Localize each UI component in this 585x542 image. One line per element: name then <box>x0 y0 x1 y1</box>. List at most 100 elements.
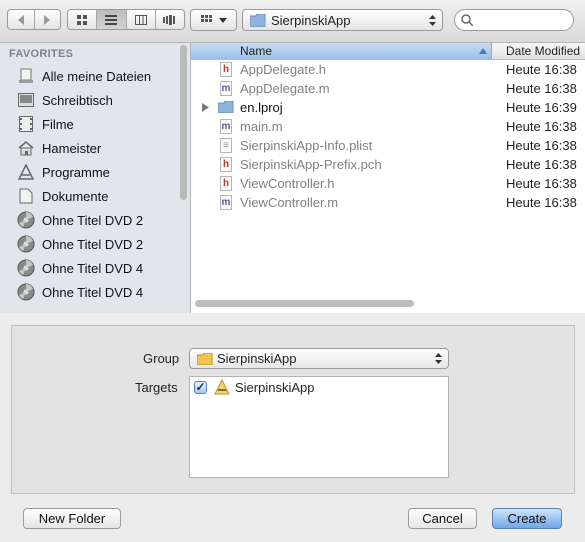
coverflow-view-icon <box>162 14 175 25</box>
sidebar-item-label: Programme <box>42 164 110 180</box>
file-date: Heute 16:38 <box>506 62 577 77</box>
updown-arrows-icon <box>429 15 436 26</box>
name-column-header[interactable]: Name <box>191 43 492 59</box>
dvd-icon <box>17 235 35 253</box>
column-header: Name Date Modified <box>191 43 585 60</box>
folder-icon <box>197 352 213 365</box>
all-files-icon <box>17 67 35 85</box>
disclosure-triangle-icon[interactable] <box>202 103 209 112</box>
file-row[interactable]: m AppDelegate.m Heute 16:38 <box>191 79 585 98</box>
file-name: SierpinskiApp-Prefix.pch <box>240 157 382 172</box>
header-file-icon: h <box>220 157 232 172</box>
sidebar-item-dvd[interactable]: Ohne Titel DVD 2 <box>17 233 177 255</box>
file-name: AppDelegate.h <box>240 62 327 77</box>
icon-view-icon <box>76 14 87 25</box>
source-file-icon: m <box>220 195 232 210</box>
sidebar-item-label: Ohne Titel DVD 2 <box>42 236 144 252</box>
group-label: Group <box>143 351 180 366</box>
sidebar-item-label: Schreibtisch <box>42 92 113 108</box>
file-date: Heute 16:38 <box>506 119 577 134</box>
file-name: AppDelegate.m <box>240 81 330 96</box>
target-name: SierpinskiApp <box>235 380 315 395</box>
file-name: SierpinskiApp-Info.plist <box>240 138 373 153</box>
file-row[interactable]: h SierpinskiApp-Prefix.pch Heute 16:38 <box>191 155 585 174</box>
search-icon <box>461 14 473 26</box>
file-row[interactable]: m ViewController.m Heute 16:38 <box>191 193 585 212</box>
file-date: Heute 16:38 <box>506 138 577 153</box>
group-popup[interactable]: SierpinskiApp <box>189 348 449 369</box>
folder-row[interactable]: en.lproj Heute 16:39 <box>191 98 585 117</box>
group-value: SierpinskiApp <box>217 351 297 366</box>
file-date: Heute 16:39 <box>506 100 577 115</box>
name-column-label: Name <box>240 44 273 58</box>
documents-icon <box>17 187 35 205</box>
sidebar-item-dvd[interactable]: Ohne Titel DVD 4 <box>17 281 177 303</box>
icon-view-button[interactable] <box>68 10 98 29</box>
sidebar-item-label: Ohne Titel DVD 4 <box>42 284 144 300</box>
sidebar-item-desktop[interactable]: Schreibtisch <box>17 89 177 111</box>
coverflow-view-button[interactable] <box>156 10 184 29</box>
file-date: Heute 16:38 <box>506 81 577 96</box>
chevron-down-icon <box>218 17 227 23</box>
targets-list: ✓ SierpinskiApp <box>189 376 449 478</box>
file-row[interactable]: m main.m Heute 16:38 <box>191 117 585 136</box>
sidebar-item-label: Filme <box>42 116 74 132</box>
sidebar-item-movies[interactable]: Filme <box>17 113 177 135</box>
file-row[interactable]: h AppDelegate.h Heute 16:38 <box>191 60 585 79</box>
sidebar-item-label: Dokumente <box>42 188 109 204</box>
updown-arrows-icon <box>435 353 442 364</box>
sort-ascending-icon <box>479 48 487 54</box>
list-view-icon <box>105 14 118 25</box>
sidebar-scrollbar[interactable] <box>180 45 187 200</box>
list-view-button[interactable] <box>97 10 127 29</box>
location-popup[interactable]: SierpinskiApp <box>242 9 443 31</box>
horizontal-scrollbar[interactable] <box>195 300 414 307</box>
source-file-icon: m <box>220 81 232 96</box>
file-name: main.m <box>240 119 283 134</box>
sidebar-item-label: Ohne Titel DVD 2 <box>42 212 144 228</box>
home-icon <box>17 139 35 157</box>
sidebar-item-documents[interactable]: Dokumente <box>17 185 177 207</box>
new-folder-button[interactable]: New Folder <box>23 508 121 529</box>
file-name: ViewController.h <box>240 176 335 191</box>
dvd-icon <box>17 211 35 229</box>
header-file-icon: h <box>220 176 232 191</box>
header-file-icon: h <box>220 62 232 77</box>
sidebar-item-dvd[interactable]: Ohne Titel DVD 4 <box>17 257 177 279</box>
desktop-icon <box>17 91 35 109</box>
folder-icon <box>218 101 234 113</box>
applications-icon <box>17 163 35 181</box>
chevron-right-icon <box>44 14 51 25</box>
sidebar-item-label: Ohne Titel DVD 4 <box>42 260 144 276</box>
sidebar-item-applications[interactable]: Programme <box>17 161 177 183</box>
arrange-button[interactable] <box>190 9 237 31</box>
back-button[interactable] <box>8 10 35 29</box>
dvd-icon <box>17 283 35 301</box>
dvd-icon <box>17 259 35 277</box>
sidebar-item-home[interactable]: Hameister <box>17 137 177 159</box>
column-view-button[interactable] <box>127 10 156 29</box>
view-mode-control <box>67 9 185 30</box>
file-date: Heute 16:38 <box>506 176 577 191</box>
sidebar-item-dvd[interactable]: Ohne Titel DVD 2 <box>17 209 177 231</box>
search-field[interactable] <box>454 9 574 31</box>
date-column-header[interactable]: Date Modified <box>506 44 580 58</box>
app-target-icon <box>214 379 230 395</box>
forward-button[interactable] <box>35 10 61 29</box>
file-list: Name Date Modified h AppDelegate.h Heute… <box>191 43 585 313</box>
folder-icon <box>250 13 266 27</box>
plist-file-icon: ≡ <box>220 138 232 153</box>
file-row[interactable]: ≡ SierpinskiApp-Info.plist Heute 16:38 <box>191 136 585 155</box>
sidebar-item-all-files[interactable]: Alle meine Dateien <box>17 65 177 87</box>
target-checkbox[interactable]: ✓ <box>194 381 207 394</box>
file-row[interactable]: h ViewController.h Heute 16:38 <box>191 174 585 193</box>
movies-icon <box>17 115 35 133</box>
column-view-icon <box>134 14 147 25</box>
chevron-left-icon <box>17 14 24 25</box>
cancel-button[interactable]: Cancel <box>408 508 477 529</box>
toolbar: SierpinskiApp <box>0 0 585 43</box>
sidebar-item-label: Alle meine Dateien <box>42 68 152 84</box>
create-button[interactable]: Create <box>492 508 562 529</box>
sidebar-item-label: Hameister <box>42 140 102 156</box>
file-name: en.lproj <box>240 100 283 115</box>
